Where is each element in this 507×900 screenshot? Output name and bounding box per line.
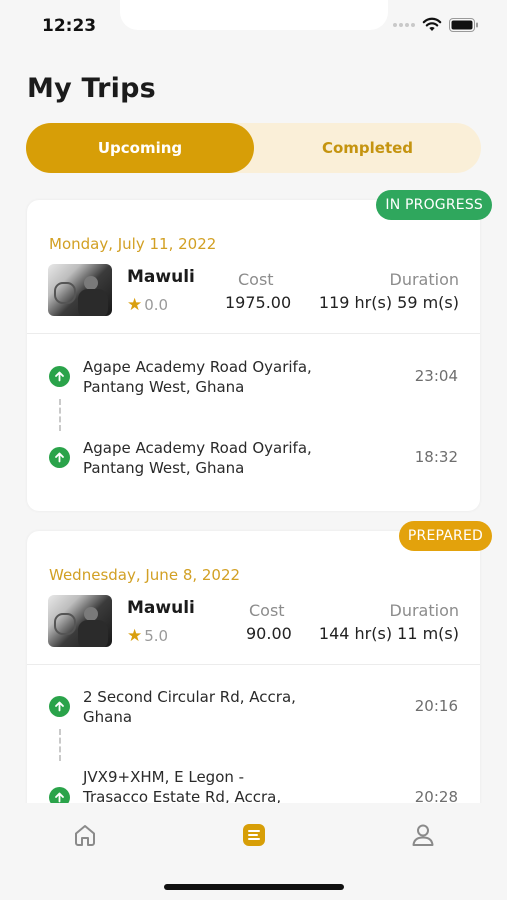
driver-photo (48, 595, 112, 647)
home-indicator (164, 884, 344, 890)
driver-rating: ★ 0.0 (127, 296, 168, 314)
nav-home[interactable] (71, 821, 99, 849)
tab-upcoming[interactable]: Upcoming (26, 123, 254, 173)
address-line: Pantang West, Ghana (83, 378, 245, 396)
arrow-up-icon (49, 366, 70, 387)
rating-value: 5.0 (144, 627, 169, 645)
signal-icon (393, 22, 415, 27)
rating-value: 0.0 (144, 296, 169, 314)
home-icon (75, 825, 95, 846)
status-badge: IN PROGRESS (376, 190, 492, 220)
dropoff-time: 18:32 (414, 448, 458, 466)
star-icon: ★ (127, 294, 143, 315)
address-line: Agape Academy Road Oyarifa, (83, 358, 312, 376)
battery-icon (449, 17, 478, 32)
pickup-time: 23:04 (414, 367, 458, 385)
pickup-address: 2 Second Circular Rd, Accra, Ghana (83, 687, 373, 727)
cost-label: Cost (238, 270, 274, 289)
driver-rating: ★ 5.0 (127, 627, 168, 645)
address-line: Agape Academy Road Oyarifa, (83, 439, 312, 457)
page-title: My Trips (27, 73, 156, 104)
address-line: 2 Second Circular Rd, Accra, (83, 688, 296, 706)
dropoff-address: JVX9+XHM, E Legon - Trasacco Estate Rd, … (83, 767, 373, 807)
duration-value: 144 hr(s) 11 m(s) (318, 624, 459, 643)
trip-date: Monday, July 11, 2022 (49, 235, 217, 253)
notch (120, 0, 388, 30)
nav-profile[interactable] (409, 821, 437, 849)
cost-label: Cost (249, 601, 285, 620)
cost-value: 90.00 (246, 624, 292, 643)
status-bar: 12:23 (0, 0, 507, 56)
arrow-up-icon (49, 447, 70, 468)
driver-name: Mawuli (127, 598, 195, 618)
cost-value: 1975.00 (225, 293, 292, 312)
arrow-up-icon (49, 696, 70, 717)
trip-card[interactable]: PREPARED Wednesday, June 8, 2022 Mawuli … (27, 521, 492, 821)
driver-photo (48, 264, 112, 316)
status-time: 12:23 (42, 16, 97, 36)
trip-card[interactable]: IN PROGRESS Monday, July 11, 2022 Mawuli… (27, 190, 492, 511)
driver-name: Mawuli (127, 267, 195, 287)
screen: 12:23 My Trips Upcoming Completed IN PRO… (0, 0, 507, 900)
dropoff-address: Agape Academy Road Oyarifa, Pantang West… (83, 438, 373, 478)
duration-label: Duration (389, 601, 460, 620)
route-connector (59, 729, 61, 761)
nav-trips[interactable] (240, 821, 268, 849)
duration-label: Duration (389, 270, 460, 289)
address-line: Pantang West, Ghana (83, 459, 245, 477)
trip-date: Wednesday, June 8, 2022 (49, 566, 241, 584)
wifi-icon (422, 17, 442, 31)
divider (27, 664, 480, 665)
profile-icon (412, 824, 434, 846)
duration-value: 119 hr(s) 59 m(s) (318, 293, 459, 312)
address-line: JVX9+XHM, E Legon - (83, 768, 245, 786)
address-line: Ghana (83, 708, 133, 726)
star-icon: ★ (127, 625, 143, 646)
route-connector (59, 399, 61, 431)
pickup-time: 20:16 (414, 697, 458, 715)
trip-filter-tabs: Upcoming Completed (26, 123, 481, 173)
status-badge: PREPARED (398, 521, 492, 551)
status-icons (393, 17, 479, 32)
tab-completed[interactable]: Completed (254, 123, 481, 173)
divider (27, 333, 480, 334)
pickup-address: Agape Academy Road Oyarifa, Pantang West… (83, 357, 373, 397)
trips-icon (243, 824, 265, 846)
